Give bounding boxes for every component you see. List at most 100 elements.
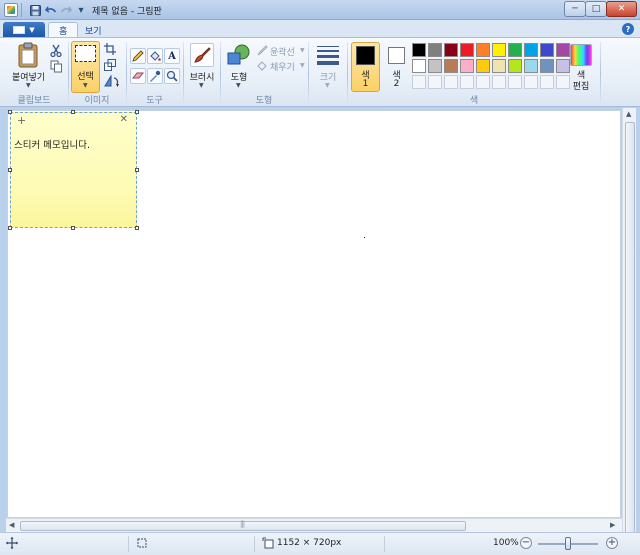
color2-swatch[interactable] xyxy=(388,47,405,64)
resize-handle-top-right[interactable] xyxy=(135,110,139,114)
quick-access-separator xyxy=(21,3,22,17)
custom-color-slot[interactable] xyxy=(540,75,554,89)
image-size-icon xyxy=(262,537,274,552)
fill-bucket-icon[interactable] xyxy=(147,48,163,64)
palette-swatch[interactable] xyxy=(492,59,506,73)
palette-swatch[interactable] xyxy=(556,43,570,57)
shapes-icon[interactable] xyxy=(227,44,251,66)
scroll-left-icon[interactable]: ◀ xyxy=(9,521,14,529)
outline-icon[interactable] xyxy=(256,44,268,56)
size-dropdown-icon[interactable]: ▼ xyxy=(325,82,330,89)
palette-swatch[interactable] xyxy=(540,59,554,73)
resize-icon[interactable] xyxy=(103,58,117,72)
outline-button[interactable]: 윤곽선 xyxy=(270,45,295,58)
palette-swatch[interactable] xyxy=(428,59,442,73)
scroll-right-icon[interactable]: ▶ xyxy=(610,521,615,529)
palette-swatch[interactable] xyxy=(540,43,554,57)
color2-label-line2: 2 xyxy=(393,79,400,89)
palette-swatch[interactable] xyxy=(412,43,426,57)
color-picker-icon[interactable] xyxy=(147,68,163,84)
window-title: 제목 없음 - 그림판 xyxy=(92,7,162,17)
maximize-button[interactable]: □ xyxy=(585,1,607,17)
paste-dropdown-icon[interactable]: ▼ xyxy=(26,82,31,89)
pencil-icon[interactable] xyxy=(130,48,146,64)
tab-view[interactable]: 보기 xyxy=(75,22,112,38)
custom-color-slot[interactable] xyxy=(524,75,538,89)
palette-swatch[interactable] xyxy=(460,43,474,57)
custom-color-slot[interactable] xyxy=(492,75,506,89)
paint-app-icon[interactable] xyxy=(4,3,18,17)
custom-color-slot[interactable] xyxy=(428,75,442,89)
zoom-level: 100% xyxy=(493,538,519,548)
add-note-icon[interactable]: + xyxy=(17,114,26,127)
colors-group-label: 색 xyxy=(469,96,479,106)
crop-icon[interactable] xyxy=(103,42,117,56)
cut-icon[interactable] xyxy=(49,43,63,57)
palette-swatch[interactable] xyxy=(460,59,474,73)
text-tool-icon[interactable]: A xyxy=(164,48,180,64)
minimize-button[interactable]: ─ xyxy=(564,1,586,17)
resize-handle-bottom[interactable] xyxy=(71,226,75,230)
edit-colors-label-line2[interactable]: 편집 xyxy=(566,79,596,92)
tab-home[interactable]: 홈 xyxy=(48,22,79,38)
select-dropdown-icon[interactable]: ▼ xyxy=(83,82,88,89)
vertical-scroll-thumb[interactable] xyxy=(625,122,635,534)
status-separator xyxy=(384,536,385,552)
resize-handle-left[interactable] xyxy=(8,168,12,172)
resize-handle-top[interactable] xyxy=(71,110,75,114)
vertical-scrollbar[interactable]: ▲ xyxy=(622,108,636,534)
custom-color-slot[interactable] xyxy=(508,75,522,89)
brushes-dropdown-icon[interactable]: ▼ xyxy=(199,82,204,89)
palette-swatch[interactable] xyxy=(524,43,538,57)
edit-colors-icon[interactable] xyxy=(570,44,592,66)
redo-icon[interactable] xyxy=(59,3,73,17)
sticky-note-text[interactable]: 스티커 메모입니다. xyxy=(14,137,90,151)
help-icon[interactable]: ? xyxy=(622,23,634,35)
paste-icon[interactable] xyxy=(17,42,41,68)
close-button[interactable]: ✕ xyxy=(606,1,637,17)
resize-handle-bottom-right[interactable] xyxy=(135,226,139,230)
size-icon[interactable] xyxy=(316,45,340,65)
palette-swatch[interactable] xyxy=(492,43,506,57)
palette-swatch[interactable] xyxy=(412,59,426,73)
rotate-icon[interactable]: ▾ xyxy=(103,74,121,88)
palette-swatch[interactable] xyxy=(476,59,490,73)
copy-icon[interactable] xyxy=(49,59,63,73)
resize-handle-right[interactable] xyxy=(135,168,139,172)
image-size: 1152 × 720px xyxy=(277,538,342,548)
horizontal-scrollbar[interactable]: ◀ ||| ▶ xyxy=(6,518,622,532)
palette-swatch[interactable] xyxy=(428,43,442,57)
outline-dropdown-icon[interactable]: ▼ xyxy=(300,47,305,54)
fill-icon[interactable] xyxy=(256,59,268,71)
fill-button[interactable]: 채우기 xyxy=(270,60,295,73)
undo-icon[interactable] xyxy=(44,3,58,17)
shapes-dropdown-icon[interactable]: ▼ xyxy=(236,82,241,89)
custom-color-slot[interactable] xyxy=(476,75,490,89)
sticky-note[interactable]: + ✕ 스티커 메모입니다. xyxy=(10,112,137,228)
paint-menu-button[interactable]: ▼ xyxy=(3,22,45,37)
custom-color-slot[interactable] xyxy=(460,75,474,89)
zoom-out-button[interactable]: − xyxy=(520,537,532,549)
close-note-icon[interactable]: ✕ xyxy=(120,114,128,125)
custom-color-slot[interactable] xyxy=(444,75,458,89)
palette-swatch[interactable] xyxy=(508,43,522,57)
palette-swatch[interactable] xyxy=(444,59,458,73)
palette-swatch[interactable] xyxy=(444,43,458,57)
zoom-slider-thumb[interactable] xyxy=(565,537,571,550)
fill-dropdown-icon[interactable]: ▼ xyxy=(300,62,305,69)
palette-swatch[interactable] xyxy=(524,59,538,73)
palette-swatch[interactable] xyxy=(476,43,490,57)
resize-handle-top-left[interactable] xyxy=(8,110,12,114)
title-bar: ▾ 제목 없음 - 그림판 ─ □ ✕ xyxy=(0,0,640,20)
size-group: 크기 ▼ xyxy=(309,38,347,108)
brush-icon[interactable] xyxy=(190,43,214,67)
eraser-icon[interactable] xyxy=(130,68,146,84)
quick-access-dropdown-icon[interactable]: ▾ xyxy=(74,3,88,17)
zoom-in-button[interactable]: + xyxy=(606,537,618,549)
magnifier-icon[interactable] xyxy=(164,68,180,84)
custom-color-slot[interactable] xyxy=(412,75,426,89)
palette-swatch[interactable] xyxy=(508,59,522,73)
resize-handle-bottom-left[interactable] xyxy=(8,226,12,230)
scroll-up-icon[interactable]: ▲ xyxy=(626,110,631,118)
save-icon[interactable] xyxy=(28,3,42,17)
